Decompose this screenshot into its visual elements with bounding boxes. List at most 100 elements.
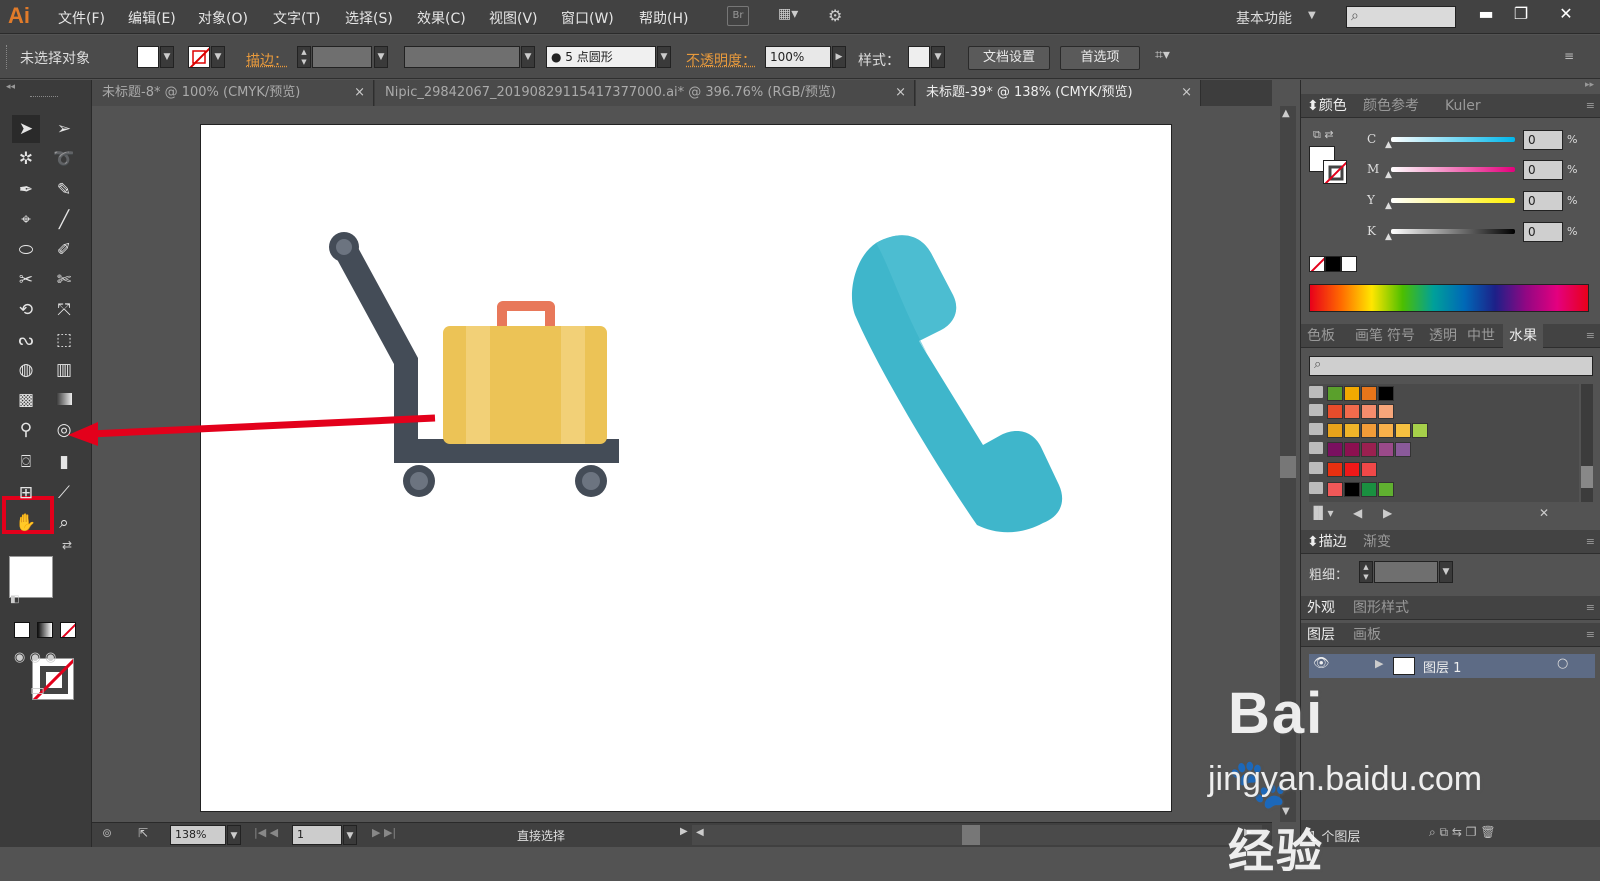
color-swatch[interactable]: [1361, 404, 1377, 419]
tab-stroke[interactable]: ⬍描边: [1307, 530, 1347, 554]
draw-normal-icon[interactable]: ◉ ◉ ◉: [14, 650, 56, 665]
tab-fruit[interactable]: 水果: [1503, 324, 1543, 348]
expand-icon[interactable]: ▸▸: [1585, 80, 1594, 90]
zoom-input[interactable]: 138%: [170, 825, 226, 845]
minimize-icon[interactable]: ▬: [1470, 2, 1502, 26]
library-menu-icon[interactable]: ▐▌▾: [1309, 506, 1333, 520]
color-swatch[interactable]: [1378, 442, 1394, 457]
gradient-mode-icon[interactable]: [37, 622, 53, 638]
slider-k[interactable]: [1391, 229, 1515, 234]
magic-wand-tool-icon[interactable]: ✲: [12, 145, 40, 173]
arrange-documents-icon[interactable]: ▦▾: [778, 6, 814, 26]
graph-tool-icon[interactable]: ▮: [50, 448, 78, 476]
panel-menu-icon[interactable]: ≡: [1586, 94, 1595, 118]
menu-window[interactable]: 窗口(W): [561, 8, 614, 28]
bridge-button[interactable]: Br: [727, 6, 749, 26]
info-icon[interactable]: ⊚: [102, 826, 112, 840]
menu-select[interactable]: 选择(S): [345, 8, 393, 28]
stroke-weight-stepper[interactable]: ▲ ▼: [1359, 561, 1373, 583]
warp-tool-icon[interactable]: ᔓ: [12, 326, 40, 354]
symbol-sprayer-icon[interactable]: ⌼: [12, 448, 40, 476]
slice-tool-icon[interactable]: ⟋: [50, 479, 78, 507]
scroll-thumb[interactable]: [962, 825, 980, 845]
mesh-tool-icon[interactable]: ▩: [12, 386, 40, 414]
screen-mode-icon[interactable]: ▭: [30, 680, 45, 699]
menu-edit[interactable]: 编辑(E): [128, 8, 176, 28]
chevron-down-icon[interactable]: ▼: [1308, 10, 1316, 21]
color-swatch[interactable]: [1378, 482, 1394, 497]
none-mode-icon[interactable]: [60, 622, 76, 638]
slider-thumb[interactable]: ▲: [1385, 140, 1392, 150]
scroll-up-icon[interactable]: ▲: [1282, 108, 1290, 119]
stroke-color-box[interactable]: [1323, 160, 1347, 184]
align-icon[interactable]: ⌗▾: [1155, 47, 1170, 63]
swatch-search-input[interactable]: ⌕: [1309, 356, 1593, 376]
chevron-down-icon[interactable]: ▼: [521, 46, 535, 68]
color-spectrum[interactable]: [1309, 284, 1589, 312]
target-circle-icon[interactable]: ○: [1557, 656, 1568, 671]
help-search-input[interactable]: ⌕: [1346, 6, 1456, 28]
menu-type[interactable]: 文字(T): [273, 8, 320, 28]
selection-tool-icon[interactable]: ➤: [12, 115, 40, 143]
shape-builder-icon[interactable]: ◍: [12, 356, 40, 384]
chevron-down-icon[interactable]: ▼: [1439, 561, 1453, 583]
phone-handset-illustration[interactable]: [851, 235, 1063, 533]
document-setup-button[interactable]: 文档设置: [968, 46, 1050, 70]
stroke-weight-input[interactable]: [312, 46, 372, 68]
tab-color-guide[interactable]: 颜色参考: [1363, 94, 1419, 118]
menu-view[interactable]: 视图(V): [489, 8, 538, 28]
blob-brush-icon[interactable]: ✂: [12, 266, 40, 294]
panel-menu-icon[interactable]: ≡: [1586, 324, 1595, 348]
value-k[interactable]: 0: [1523, 222, 1563, 242]
color-swatch[interactable]: [1412, 423, 1428, 438]
color-swatch[interactable]: [1361, 423, 1377, 438]
layer-name[interactable]: 图层 1: [1423, 657, 1461, 676]
color-swatch[interactable]: [1361, 482, 1377, 497]
color-swatch[interactable]: [1327, 386, 1343, 401]
color-swatch[interactable]: [1327, 404, 1343, 419]
share-icon[interactable]: ⇱: [138, 826, 148, 840]
chevron-down-icon[interactable]: ▼: [657, 46, 671, 68]
color-swatch[interactable]: [1361, 462, 1377, 477]
close-tab-icon[interactable]: ×: [354, 80, 365, 106]
scroll-left-icon[interactable]: ◀: [696, 827, 704, 838]
color-swatch[interactable]: [1378, 423, 1394, 438]
rotate-tool-icon[interactable]: ⟲: [12, 296, 40, 324]
next-library-icon[interactable]: ▶: [1383, 506, 1392, 520]
slider-c[interactable]: [1391, 137, 1515, 142]
tab-kuler[interactable]: Kuler: [1445, 94, 1481, 118]
fill-swatch[interactable]: [137, 46, 159, 68]
chevron-down-icon[interactable]: ▼: [343, 825, 357, 845]
graphic-style-swatch[interactable]: [908, 46, 930, 68]
color-swatch[interactable]: [1378, 404, 1394, 419]
line-tool-icon[interactable]: ╱: [50, 206, 78, 234]
close-icon[interactable]: ✕: [1550, 2, 1582, 26]
color-swatch[interactable]: [1378, 386, 1394, 401]
stroke-label[interactable]: 描边：: [246, 50, 288, 70]
free-transform-icon[interactable]: ⬚: [50, 326, 78, 354]
variable-width-select[interactable]: [404, 46, 520, 68]
expand-layer-icon[interactable]: ▶: [1375, 657, 1383, 670]
tab-document-2[interactable]: Nipic_29842067_20190829115417377000.ai* …: [375, 80, 915, 106]
artboard[interactable]: [200, 124, 1172, 812]
grip[interactable]: [6, 45, 9, 69]
color-swatch[interactable]: [1327, 482, 1343, 497]
grip[interactable]: [30, 96, 58, 99]
panel-menu-icon[interactable]: ≡: [1564, 49, 1574, 63]
tab-symbols[interactable]: 符号: [1387, 324, 1415, 348]
swatch-scrollbar[interactable]: [1581, 384, 1593, 502]
chevron-down-icon[interactable]: ▼: [931, 46, 945, 68]
slider-thumb[interactable]: ▲: [1385, 170, 1392, 180]
scroll-thumb[interactable]: [1581, 466, 1593, 488]
color-swatch[interactable]: [1361, 386, 1377, 401]
tab-appearance[interactable]: 外观: [1307, 596, 1335, 620]
sync-settings-icon[interactable]: ⚙: [828, 6, 842, 25]
stroke-weight-input[interactable]: [1374, 561, 1438, 583]
panel-menu-icon[interactable]: ≡: [1586, 596, 1595, 620]
slider-m[interactable]: [1391, 167, 1515, 172]
brush-tool-icon[interactable]: ✐: [50, 236, 78, 264]
collapse-icon[interactable]: ◂◂: [6, 82, 15, 92]
panel-menu-icon[interactable]: ≡: [1586, 530, 1595, 554]
color-swatch[interactable]: [1344, 442, 1360, 457]
color-swatch[interactable]: [1344, 423, 1360, 438]
